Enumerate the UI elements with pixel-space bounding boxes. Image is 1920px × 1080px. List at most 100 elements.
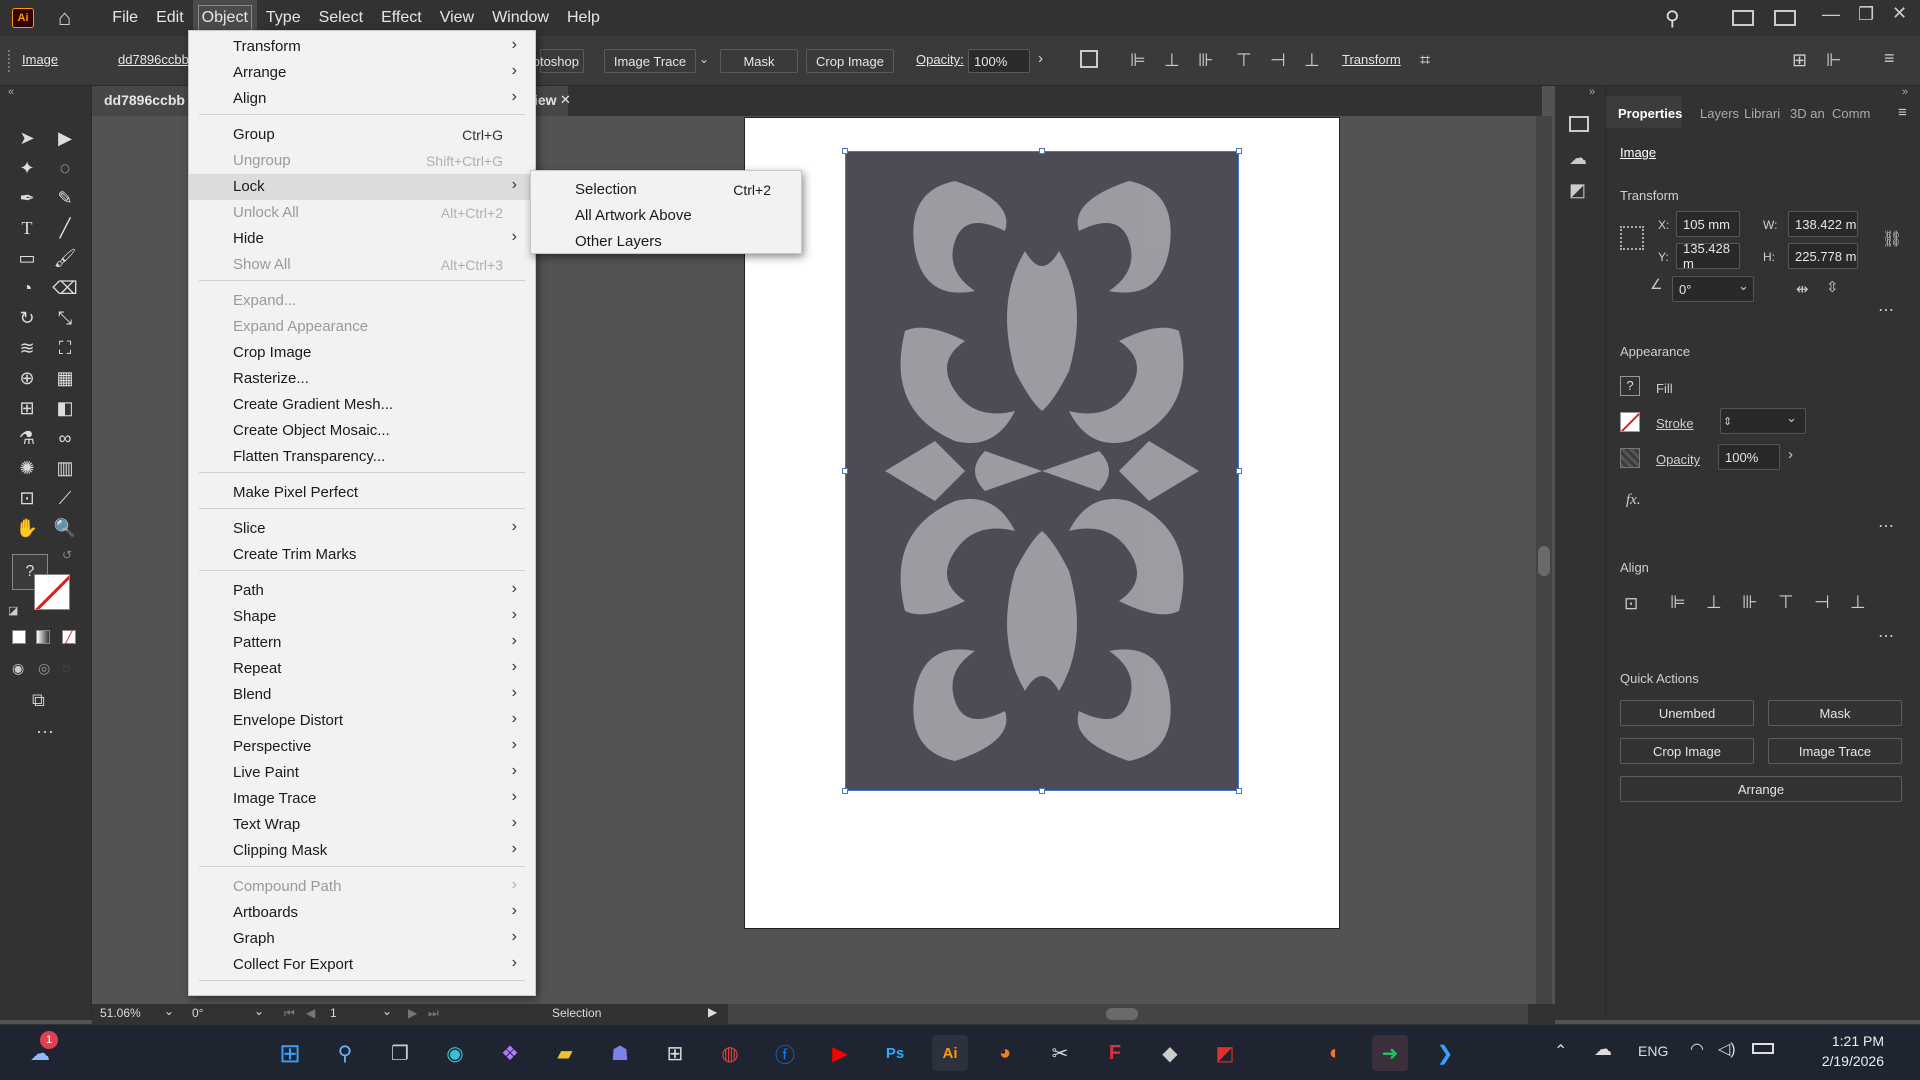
artboard-dropdown-icon[interactable]: ⌄ bbox=[382, 1004, 392, 1018]
firefox-icon[interactable]: ◐ bbox=[1317, 1035, 1353, 1071]
tab-3d-materials[interactable]: 3D an bbox=[1790, 106, 1825, 121]
handle-top-right[interactable] bbox=[1236, 148, 1242, 154]
draw-behind-icon[interactable]: ◎ bbox=[38, 660, 50, 677]
menu-file[interactable]: File bbox=[103, 0, 147, 36]
menu-item-group[interactable]: Group Ctrl+G bbox=[189, 122, 535, 148]
selection-type-label[interactable]: Image bbox=[1620, 145, 1656, 160]
tab-comments[interactable]: Comm bbox=[1832, 106, 1870, 121]
menu-item-perspective[interactable]: Perspective › bbox=[189, 734, 535, 760]
volume-icon[interactable]: ◁) bbox=[1718, 1039, 1736, 1059]
free-transform-tool-icon[interactable]: ⛶ bbox=[50, 334, 80, 362]
menu-item-path[interactable]: Path › bbox=[189, 578, 535, 604]
arrange-documents-icon[interactable] bbox=[1732, 10, 1754, 26]
restore-icon[interactable]: ❐ bbox=[1858, 4, 1874, 25]
color-mode-icon[interactable] bbox=[12, 630, 26, 644]
align-bottom-icon[interactable]: ⊥ bbox=[1850, 592, 1866, 613]
fx-effects-button[interactable]: fx. bbox=[1626, 492, 1641, 509]
store-icon[interactable]: ⊞ bbox=[657, 1035, 693, 1071]
align-more-options-icon[interactable]: ⋯ bbox=[1878, 626, 1894, 646]
w-input[interactable]: 138.422 m bbox=[1788, 211, 1858, 237]
vscode-icon[interactable]: ❯ bbox=[1427, 1035, 1463, 1071]
pen-tool-icon[interactable]: ✒ bbox=[12, 184, 42, 212]
stroke-stepper-icon[interactable]: ⇕ bbox=[1723, 415, 1732, 428]
menu-item-compound-path[interactable]: Compound Path › bbox=[189, 874, 535, 900]
properties-panel-icon[interactable] bbox=[1569, 116, 1589, 132]
menu-item-rasterize[interactable]: Rasterize... bbox=[189, 366, 535, 392]
opacity-input[interactable]: 100% bbox=[968, 49, 1030, 73]
handle-bottom-center[interactable] bbox=[1039, 788, 1045, 794]
language-indicator[interactable]: ENG bbox=[1638, 1043, 1668, 1059]
lasso-tool-icon[interactable]: ◌ bbox=[50, 154, 80, 182]
none-mode-icon[interactable]: ╱ bbox=[62, 630, 76, 644]
crop-image-button[interactable]: Crop Image bbox=[1620, 738, 1754, 764]
stroke-label[interactable]: Stroke bbox=[1656, 416, 1694, 431]
clock-time[interactable]: 1:21 PM bbox=[1800, 1033, 1884, 1049]
line-tool-icon[interactable]: ╱ bbox=[50, 214, 80, 242]
next-artboard-icon[interactable]: ▶ bbox=[408, 1006, 417, 1020]
draw-normal-icon[interactable]: ◉ bbox=[12, 660, 24, 677]
handle-bottom-left[interactable] bbox=[842, 788, 848, 794]
align-vcenter-icon[interactable]: ⊣ bbox=[1270, 50, 1286, 71]
capcut-icon[interactable]: ✂ bbox=[1042, 1035, 1078, 1071]
menu-item-arrange[interactable]: Arrange › bbox=[189, 60, 535, 86]
handle-top-center[interactable] bbox=[1039, 148, 1045, 154]
last-artboard-icon[interactable]: ⏭ bbox=[428, 1006, 439, 1021]
menu-item-ungroup[interactable]: Ungroup Shift+Ctrl+G bbox=[189, 148, 535, 174]
arrange-button[interactable]: Arrange bbox=[1620, 776, 1902, 802]
eraser-tool-icon[interactable]: ⌫ bbox=[50, 274, 80, 302]
handle-middle-left[interactable] bbox=[842, 468, 848, 474]
teams-icon[interactable]: ☗ bbox=[602, 1035, 638, 1071]
shaper-tool-icon[interactable]: ◔ bbox=[12, 274, 42, 302]
workspace-icon[interactable] bbox=[1774, 10, 1796, 26]
unembed-button[interactable]: Unembed bbox=[1620, 700, 1754, 726]
menu-item-crop-image[interactable]: Crop Image bbox=[189, 340, 535, 366]
align-bottom-icon[interactable]: ⊥ bbox=[1304, 50, 1320, 71]
home-icon[interactable]: ⌂ bbox=[58, 5, 71, 31]
zoom-dropdown-icon[interactable]: ⌄ bbox=[164, 1004, 174, 1018]
default-fill-stroke-icon[interactable]: ◪ bbox=[8, 604, 18, 617]
opacity-input[interactable]: 100% bbox=[1718, 444, 1780, 470]
type-tool-icon[interactable]: T bbox=[12, 214, 42, 242]
panel-collapse-icon[interactable]: » bbox=[1902, 86, 1908, 98]
rectangle-tool-icon[interactable]: ▭ bbox=[12, 244, 42, 272]
handle-middle-right[interactable] bbox=[1236, 468, 1242, 474]
menu-help[interactable]: Help bbox=[558, 0, 609, 36]
close-tab-icon[interactable]: ✕ bbox=[560, 92, 571, 108]
fill-swatch[interactable]: ? bbox=[1620, 376, 1640, 396]
show-hidden-icons[interactable]: ⌃ bbox=[1554, 1041, 1567, 1061]
hand-tool-icon[interactable]: ✋ bbox=[12, 514, 42, 542]
opacity-expand-icon[interactable]: › bbox=[1788, 446, 1793, 463]
menu-item-transform[interactable]: Transform › bbox=[189, 34, 535, 60]
youtube-icon[interactable]: ▶ bbox=[822, 1035, 858, 1071]
app-f-icon[interactable]: F bbox=[1097, 1035, 1133, 1071]
eyedropper-tool-icon[interactable]: ⚗ bbox=[12, 424, 42, 452]
control-menu-icon[interactable]: ≡ bbox=[1884, 48, 1895, 69]
selection-type-label[interactable]: Image bbox=[22, 52, 58, 67]
isolate-icon[interactable]: ⌗ bbox=[1420, 50, 1430, 71]
blend-tool-icon[interactable]: ∞ bbox=[50, 424, 80, 452]
horizontal-scroll-thumb[interactable] bbox=[1106, 1008, 1138, 1020]
menu-item-lock[interactable]: Lock › bbox=[189, 174, 535, 200]
menu-item-expand-appearance[interactable]: Expand Appearance bbox=[189, 314, 535, 340]
h-input[interactable]: 225.778 m bbox=[1788, 243, 1858, 269]
x-input[interactable]: 105 mm bbox=[1676, 211, 1740, 237]
artboard-number-field[interactable]: 1 bbox=[330, 1006, 337, 1020]
file-app-icon[interactable]: ➜ bbox=[1372, 1035, 1408, 1071]
photoshop-icon[interactable]: Ps bbox=[877, 1035, 913, 1071]
fill-label[interactable]: Fill bbox=[1656, 381, 1673, 396]
align-top-icon[interactable]: ⊤ bbox=[1236, 50, 1252, 71]
shape-builder-tool-icon[interactable]: ⊕ bbox=[12, 364, 42, 392]
menu-item-live-paint[interactable]: Live Paint › bbox=[189, 760, 535, 786]
zoom-field[interactable]: 51.06% bbox=[100, 1006, 141, 1020]
selection-tool-icon[interactable]: ➤ bbox=[12, 124, 42, 152]
stroke-dropdown-icon[interactable]: ⌄ bbox=[1786, 410, 1797, 426]
menu-item-make-pixel-perfect[interactable]: Make Pixel Perfect bbox=[189, 480, 535, 506]
open-in-photoshop-button[interactable]: otoshop bbox=[533, 49, 584, 73]
menu-item-envelope-distort[interactable]: Envelope Distort › bbox=[189, 708, 535, 734]
warp-tool-icon[interactable]: ≋ bbox=[12, 334, 42, 362]
menu-item-create-trim-marks[interactable]: Create Trim Marks bbox=[189, 542, 535, 568]
mask-button[interactable]: Mask bbox=[720, 49, 798, 73]
align-right-icon[interactable]: ⊪ bbox=[1198, 50, 1214, 71]
align-hcenter-icon[interactable]: ⊥ bbox=[1706, 592, 1722, 613]
libraries-panel-icon[interactable]: ☁ bbox=[1569, 148, 1587, 169]
